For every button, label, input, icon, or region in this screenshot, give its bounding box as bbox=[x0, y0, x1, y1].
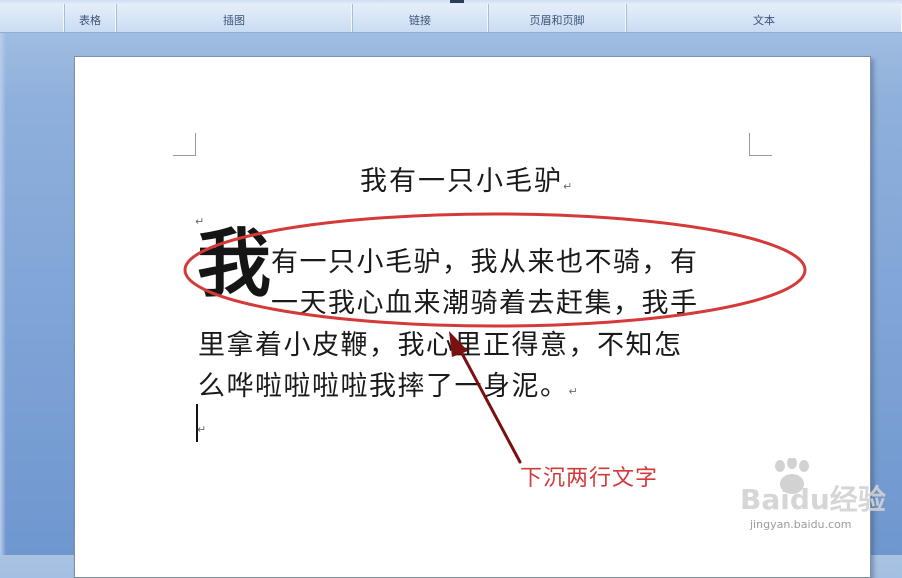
body-line-3[interactable]: 里拿着小皮鞭，我心里正得意，不知怎 bbox=[198, 323, 683, 362]
document-title[interactable]: 我有一只小毛驴↵ bbox=[360, 159, 572, 198]
body-line-2[interactable]: 一天我心血来潮骑着去赶集，我手 bbox=[271, 281, 699, 320]
crop-mark-top-right bbox=[749, 133, 772, 156]
document-title-text: 我有一只小毛驴 bbox=[360, 166, 563, 197]
ribbon-group-label-table: 表格 bbox=[79, 14, 101, 27]
annotation-label: 下沉两行文字 bbox=[520, 466, 659, 491]
ribbon-group-label-links: 链接 bbox=[409, 14, 431, 27]
ribbon-group-table[interactable]: 表格 bbox=[64, 0, 117, 32]
drop-cap-letter[interactable]: 我 bbox=[197, 227, 271, 301]
ribbon-group-label-illustrations: 插图 bbox=[223, 14, 245, 27]
paragraph-mark-icon: ↵ bbox=[568, 385, 578, 398]
watermark: Baidu经验 jingyan.baidu.com bbox=[700, 458, 890, 548]
paragraph-mark-icon: ↵ bbox=[197, 423, 207, 436]
ribbon-group-illustrations[interactable]: 插图 bbox=[116, 0, 353, 32]
body-line-4-text: 么哗啦啦啦啦我摔了一身泥。 bbox=[198, 371, 569, 402]
crop-mark-top-left bbox=[173, 133, 196, 156]
watermark-brand: Baidu经验 bbox=[740, 483, 886, 516]
ribbon-group-header-footer[interactable]: 页眉和页脚 bbox=[488, 0, 627, 32]
ribbon-group-label-header-footer: 页眉和页脚 bbox=[529, 14, 585, 27]
watermark-url: jingyan.baidu.com bbox=[750, 518, 852, 531]
ribbon-group-bar: 表格 插图 链接 页眉和页脚 文本 bbox=[0, 0, 902, 33]
ribbon-group-text[interactable]: 文本 bbox=[626, 0, 902, 32]
ribbon-group-links[interactable]: 链接 bbox=[352, 0, 489, 32]
ribbon-group-label-text: 文本 bbox=[753, 14, 775, 27]
body-line-1[interactable]: 有一只小毛驴，我从来也不骑，有 bbox=[271, 240, 699, 279]
body-line-4[interactable]: 么哗啦啦啦啦我摔了一身泥。↵ bbox=[198, 364, 578, 403]
ribbon-button-edge-icon bbox=[450, 0, 464, 3]
window-edge-shade bbox=[0, 33, 6, 555]
paragraph-mark-icon: ↵ bbox=[563, 180, 573, 193]
ribbon-group-pages[interactable] bbox=[0, 0, 65, 32]
